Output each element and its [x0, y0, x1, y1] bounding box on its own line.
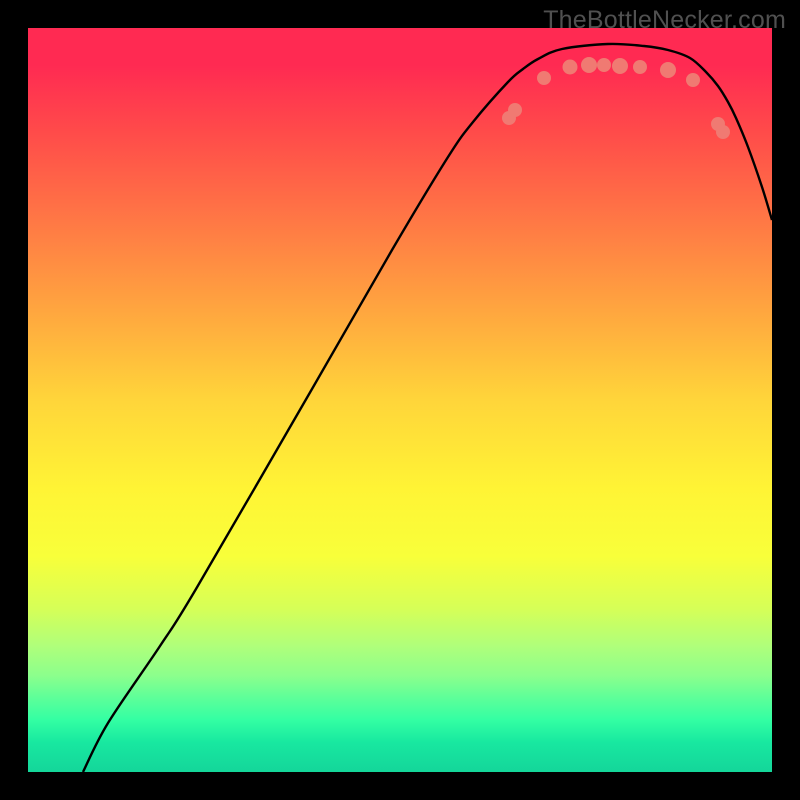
- curve-marker: [633, 60, 647, 74]
- curve-marker: [537, 71, 551, 85]
- curve-marker: [508, 103, 522, 117]
- curve-marker: [597, 58, 611, 72]
- curve-marker: [612, 58, 628, 74]
- curve-marker: [660, 62, 676, 78]
- markers-group: [502, 57, 730, 139]
- bottleneck-curve: [83, 44, 772, 772]
- chart-frame: TheBottleNecker.com: [0, 0, 800, 800]
- curve-marker: [686, 73, 700, 87]
- watermark-label: TheBottleNecker.com: [543, 6, 786, 35]
- curve-marker: [563, 60, 578, 75]
- curve-marker: [581, 57, 597, 73]
- plot-overlay: [28, 28, 772, 772]
- curve-marker: [716, 125, 730, 139]
